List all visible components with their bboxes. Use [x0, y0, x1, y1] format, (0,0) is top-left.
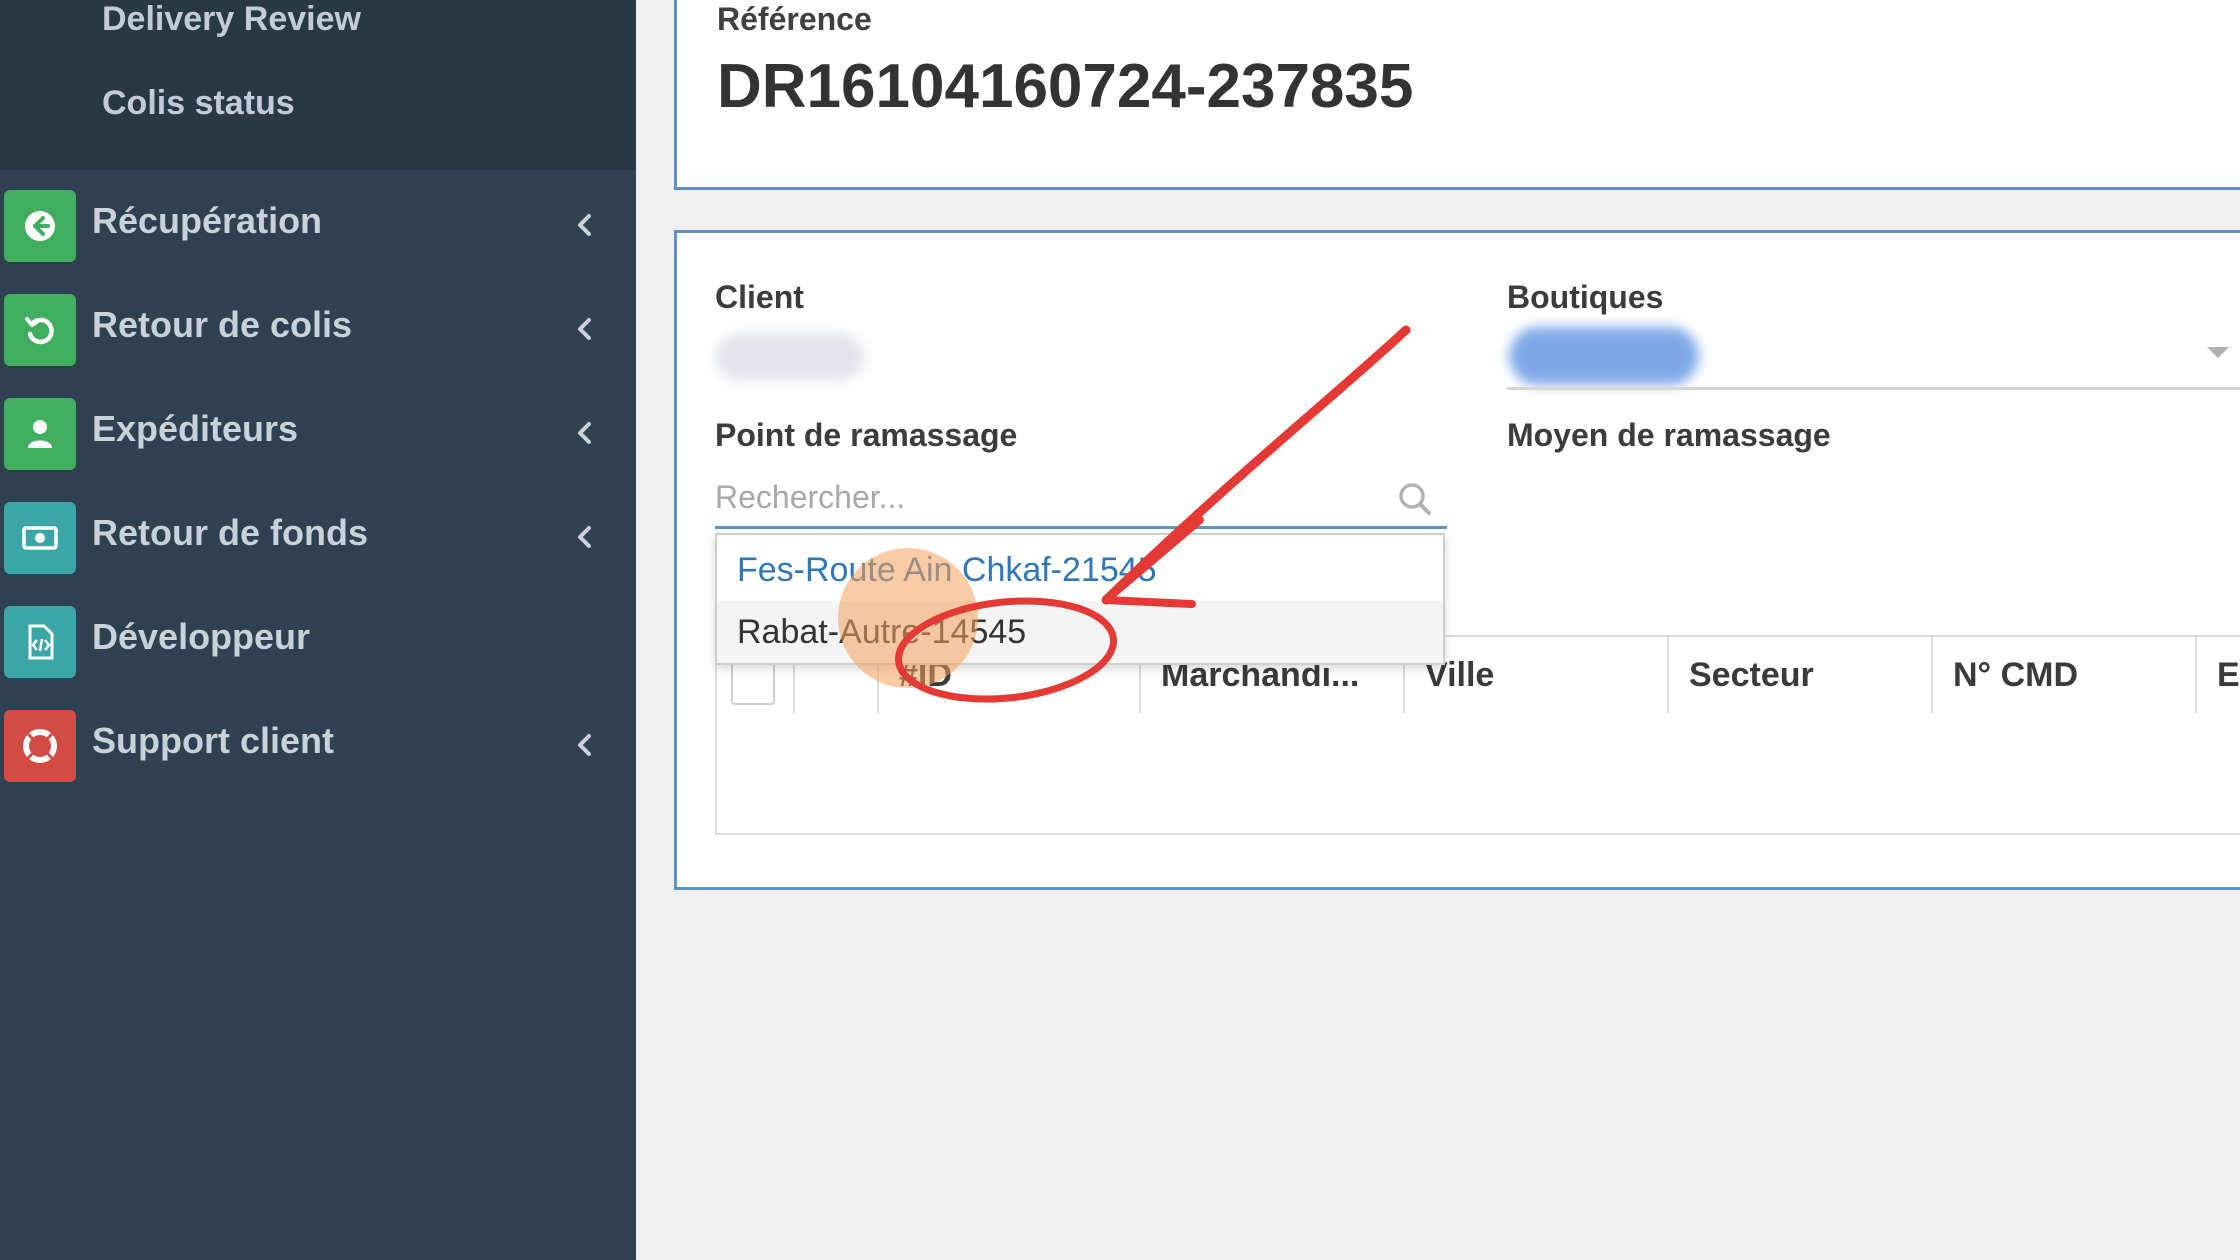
pickup-form-panel: Client Boutiques Point de ramassage Moye… [674, 230, 2240, 890]
sidebar-item-label: Support client [92, 720, 334, 761]
sidebar-item-expediteurs[interactable]: Expéditeurs [0, 388, 636, 488]
submenu-item-colis-status[interactable]: Colis status [102, 84, 295, 123]
sidebar-item-label: Récupération [92, 200, 323, 241]
arrow-circle-left-icon [4, 190, 76, 262]
boutiques-label: Boutiques [1507, 279, 1664, 315]
sidebar-item-label: Retour de colis [92, 304, 353, 345]
code-file-icon [4, 606, 76, 678]
undo-icon [4, 294, 76, 366]
caret-down-icon[interactable] [2207, 347, 2229, 358]
chevron-left-icon [578, 214, 591, 236]
pickup-point-dropdown: Fes-Route Ain Chkaf-21545 Rabat-Autre-14… [715, 533, 1445, 665]
dropdown-option-fes[interactable]: Fes-Route Ain Chkaf-21545 [717, 539, 1443, 601]
chevron-left-icon [578, 422, 591, 444]
chevron-left-icon [578, 734, 591, 756]
reference-panel: Référence DR16104160724-237835 [674, 0, 2240, 190]
table-header-n-cmd[interactable]: N° CMD [1933, 637, 2197, 713]
reference-label: Référence [717, 1, 872, 37]
search-input[interactable] [715, 469, 1375, 525]
sidebar-item-retour-de-colis[interactable]: Retour de colis [0, 284, 636, 384]
submenu-item-delivery-review[interactable]: Delivery Review [102, 0, 361, 39]
chevron-left-icon [578, 318, 591, 340]
client-value-redacted[interactable] [715, 333, 865, 381]
pickup-method-label: Moyen de ramassage [1507, 417, 1831, 453]
dropdown-option-rabat[interactable]: Rabat-Autre-14545 [717, 601, 1443, 663]
pickup-point-search [715, 469, 1447, 529]
table-body [715, 713, 2240, 835]
money-icon [4, 502, 76, 574]
search-icon [1399, 483, 1431, 515]
life-ring-icon [4, 710, 76, 782]
select-all-checkbox[interactable] [731, 661, 775, 705]
sidebar-submenu: Delivery Review Colis status [0, 0, 636, 170]
sidebar: Delivery Review Colis status Récupératio… [0, 0, 636, 1260]
pickup-point-label: Point de ramassage [715, 417, 1018, 453]
reference-value: DR16104160724-237835 [717, 52, 1414, 121]
sidebar-item-label: Expéditeurs [92, 408, 299, 449]
table-header-ex[interactable]: Ex [2197, 637, 2240, 713]
sidebar-item-label: Développeur [92, 616, 311, 657]
sidebar-item-recuperation[interactable]: Récupération [0, 180, 636, 280]
sidebar-item-retour-de-fonds[interactable]: Retour de fonds [0, 492, 636, 592]
boutique-value-redacted[interactable] [1509, 327, 1699, 385]
table-header-secteur[interactable]: Secteur [1669, 637, 1933, 713]
sidebar-item-label: Retour de fonds [92, 512, 368, 553]
user-icon [4, 398, 76, 470]
chevron-left-icon [578, 526, 591, 548]
sidebar-item-support-client[interactable]: Support client [0, 700, 636, 800]
client-label: Client [715, 279, 804, 315]
boutiques-select[interactable] [1507, 387, 2240, 390]
sidebar-item-developpeur[interactable]: Développeur [0, 596, 636, 696]
